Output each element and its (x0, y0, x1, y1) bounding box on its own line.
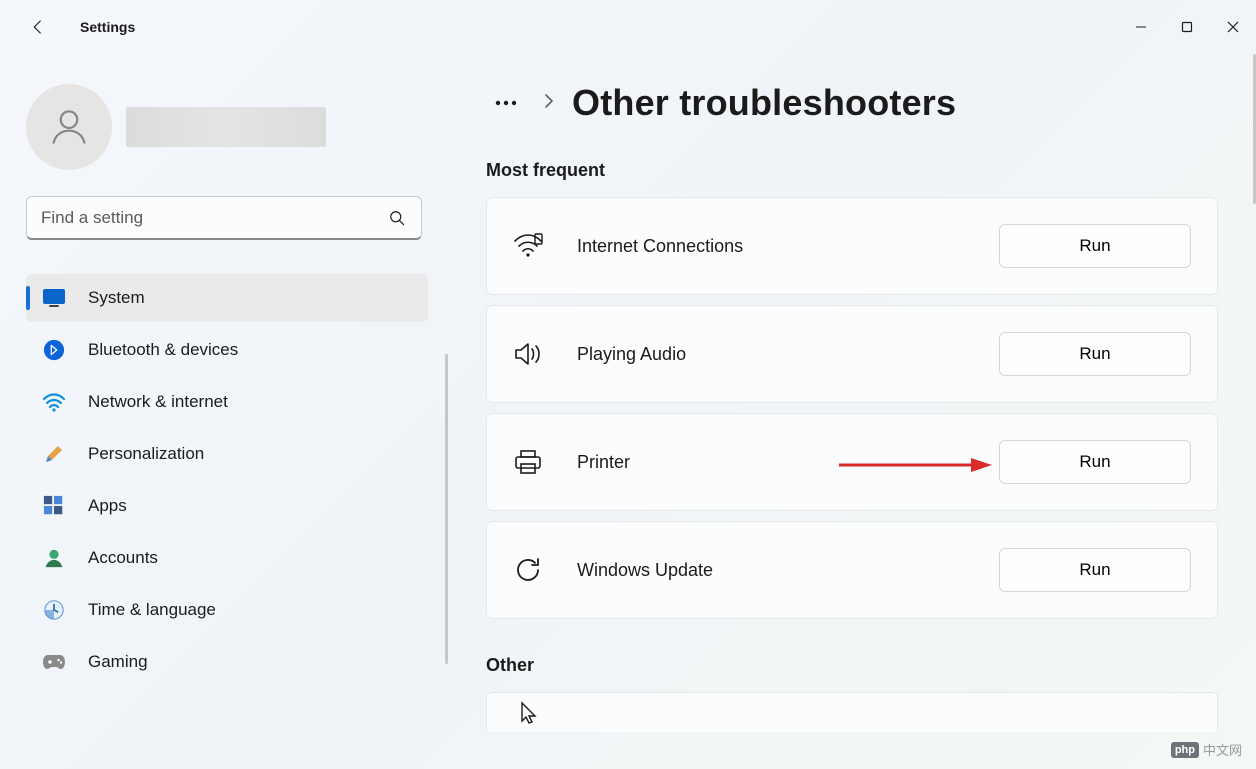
run-button-internet[interactable]: Run (999, 224, 1191, 268)
nav: System Bluetooth & devices Network & int… (26, 274, 428, 686)
troubleshooter-row-other-partial (486, 692, 1218, 732)
sidebar-item-bluetooth[interactable]: Bluetooth & devices (26, 326, 428, 374)
main-content: Other troubleshooters Most frequent Inte… (448, 54, 1256, 769)
troubleshooter-row-internet: Internet Connections Run (486, 197, 1218, 295)
run-button-windowsupdate[interactable]: Run (999, 548, 1191, 592)
troubleshooter-row-windowsupdate: Windows Update Run (486, 521, 1218, 619)
sidebar-item-label: Personalization (88, 444, 204, 464)
minimize-icon (1135, 21, 1147, 33)
search-box[interactable] (26, 196, 422, 240)
cursor-icon (513, 698, 543, 728)
run-button-audio[interactable]: Run (999, 332, 1191, 376)
back-button[interactable] (22, 11, 54, 43)
sidebar-item-network[interactable]: Network & internet (26, 378, 428, 426)
avatar (26, 84, 112, 170)
update-icon (513, 555, 543, 585)
sidebar-item-personalization[interactable]: Personalization (26, 430, 428, 478)
sidebar-item-apps[interactable]: Apps (26, 482, 428, 530)
sidebar-item-time[interactable]: Time & language (26, 586, 428, 634)
printer-icon (513, 447, 543, 477)
user-icon (47, 105, 91, 149)
app-title: Settings (80, 19, 135, 35)
troubleshooter-row-audio: Playing Audio Run (486, 305, 1218, 403)
troubleshooter-label: Internet Connections (577, 236, 999, 257)
troubleshooter-label: Playing Audio (577, 344, 999, 365)
close-icon (1227, 21, 1239, 33)
title-bar-left: Settings (22, 11, 135, 43)
more-icon (495, 100, 517, 106)
chevron-right-icon (544, 93, 554, 114)
system-icon (42, 286, 66, 310)
title-bar: Settings (0, 0, 1256, 54)
maximize-icon (1181, 21, 1193, 33)
apps-icon (42, 494, 66, 518)
run-button-printer[interactable]: Run (999, 440, 1191, 484)
personalization-icon (42, 442, 66, 466)
sidebar-item-label: Accounts (88, 548, 158, 568)
internet-icon (513, 231, 543, 261)
sidebar-item-label: Bluetooth & devices (88, 340, 238, 360)
arrow-left-icon (29, 18, 47, 36)
breadcrumb: Other troubleshooters (486, 82, 1216, 124)
audio-icon (513, 339, 543, 369)
troubleshooter-row-printer: Printer Run (486, 413, 1218, 511)
watermark-brand: php (1171, 742, 1199, 758)
maximize-button[interactable] (1164, 7, 1210, 47)
search-input[interactable] (41, 208, 387, 228)
search-icon (387, 208, 407, 228)
gaming-icon (42, 650, 66, 674)
window-controls (1118, 7, 1256, 47)
troubleshooter-label: Printer (577, 452, 999, 473)
sidebar-item-system[interactable]: System (26, 274, 428, 322)
time-icon (42, 598, 66, 622)
close-button[interactable] (1210, 7, 1256, 47)
watermark-text: 中文网 (1203, 740, 1242, 759)
troubleshooter-label: Windows Update (577, 560, 999, 581)
sidebar-item-accounts[interactable]: Accounts (26, 534, 428, 582)
accounts-icon (42, 546, 66, 570)
watermark: php 中文网 (1171, 740, 1242, 759)
sidebar-item-gaming[interactable]: Gaming (26, 638, 428, 686)
section-header-other: Other (486, 655, 1216, 676)
sidebar-item-label: Time & language (88, 600, 216, 620)
sidebar-item-label: Gaming (88, 652, 148, 672)
sidebar-item-label: Network & internet (88, 392, 228, 412)
page-title: Other troubleshooters (572, 82, 956, 124)
sidebar-item-label: System (88, 288, 145, 308)
minimize-button[interactable] (1118, 7, 1164, 47)
breadcrumb-more-button[interactable] (486, 100, 526, 106)
user-name-placeholder (126, 107, 326, 147)
bluetooth-icon (42, 338, 66, 362)
sidebar-item-label: Apps (88, 496, 127, 516)
section-header-most-frequent: Most frequent (486, 160, 1216, 181)
wifi-icon (42, 390, 66, 414)
sidebar: System Bluetooth & devices Network & int… (0, 54, 448, 769)
user-block[interactable] (26, 84, 442, 170)
